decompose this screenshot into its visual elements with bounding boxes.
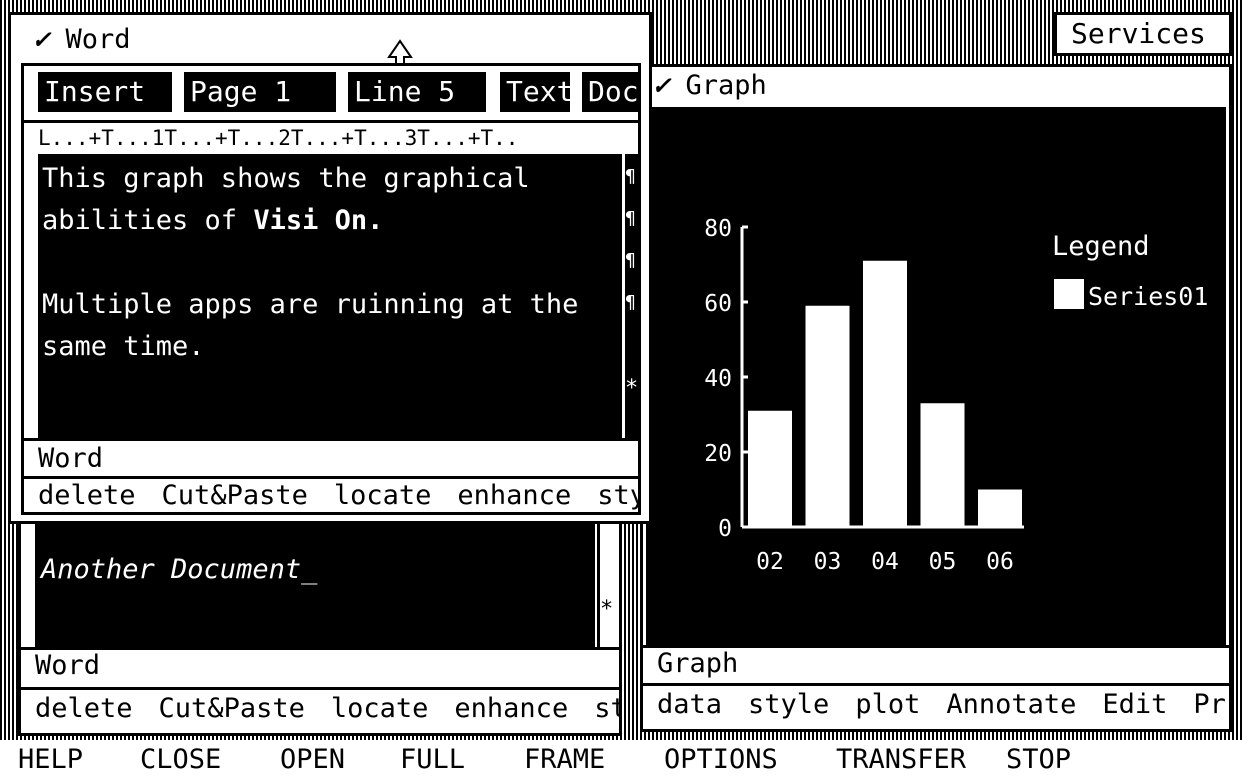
legend-series-name: Series01: [1088, 282, 1208, 311]
status-insert[interactable]: Insert: [38, 72, 172, 112]
cmd-help[interactable]: HELP: [18, 740, 83, 780]
back-word-text-area[interactable]: background Another Document_: [35, 492, 595, 647]
menu-delete[interactable]: delete: [38, 478, 136, 514]
cmd-full[interactable]: FULL: [400, 740, 465, 780]
text-cursor: _: [301, 554, 318, 585]
services-button[interactable]: Services: [1054, 12, 1232, 56]
back-menu-style[interactable]: st: [594, 691, 619, 727]
back-menu-cutpaste[interactable]: Cut&Paste: [159, 691, 305, 727]
checkmark-icon: ✓: [33, 24, 50, 55]
word-window[interactable]: ✓ Word Insert Page 1 Line 5 Text Doc L..…: [8, 12, 652, 524]
graph-menu-plot[interactable]: plot: [855, 687, 920, 723]
word-menu: delete Cut&Paste locate enhance sty: [24, 478, 638, 514]
graph-menu-style[interactable]: style: [748, 687, 829, 723]
x-tick-label: 04: [871, 549, 899, 575]
y-tick-label: 20: [704, 441, 732, 467]
bar-chart: 0 20 40 60 80 02 03 04 05 06 Legend Series01: [704, 216, 1208, 575]
legend-swatch: [1054, 279, 1084, 309]
checkmark-icon: ✓: [653, 70, 670, 101]
graph-title-bar[interactable]: ✓ Graph: [653, 69, 767, 103]
menu-style[interactable]: sty: [597, 478, 638, 514]
cmd-close[interactable]: CLOSE: [140, 740, 221, 780]
y-tick-label: 0: [718, 516, 732, 542]
back-menu-enhance[interactable]: enhance: [454, 691, 568, 727]
graph-menu-data[interactable]: data: [657, 687, 722, 723]
paragraph-mark-icon: ¶: [625, 292, 636, 313]
back-word-line-text: Another Document: [41, 554, 302, 585]
text-line-2-prefix: abilities of: [42, 205, 254, 236]
back-word-window[interactable]: background Another Document_ * Word dele…: [18, 492, 622, 736]
cmd-open[interactable]: OPEN: [280, 740, 345, 780]
status-line[interactable]: Line 5: [348, 72, 486, 112]
paragraph-mark-icon: ¶: [625, 250, 636, 271]
word-title-bar[interactable]: ✓ Word: [33, 23, 131, 57]
bar-05: [920, 403, 965, 527]
back-menu-locate[interactable]: locate: [331, 691, 429, 727]
graph-menu-edit[interactable]: Edit: [1102, 687, 1167, 723]
status-page[interactable]: Page 1: [184, 72, 336, 112]
bar-06: [978, 489, 1022, 527]
text-line-3: [42, 242, 618, 284]
graph-window[interactable]: ✓ Graph 0 20 40 60 80 02 03 04 05 06 Legend Series0…: [640, 64, 1232, 732]
status-doc[interactable]: Doc: [582, 72, 638, 112]
bar-02: [748, 410, 792, 527]
graph-menu: data style plot Annotate Edit Pr: [643, 687, 1229, 723]
word-footer-title: Word: [38, 443, 104, 474]
bar-03: [805, 305, 850, 527]
text-line-1: This graph shows the graphical: [42, 163, 530, 194]
y-tick-label: 60: [704, 291, 732, 317]
graph-menu-annotate[interactable]: Annotate: [946, 687, 1076, 723]
y-tick-label: 40: [704, 366, 732, 392]
word-scrollbar[interactable]: ¶ ¶ ¶ ¶ *: [622, 154, 638, 438]
menu-enhance[interactable]: enhance: [457, 478, 571, 514]
text-line-5: same time.: [42, 331, 205, 362]
word-text-area[interactable]: This graph shows the graphical abilities…: [38, 154, 622, 438]
x-tick-label: 06: [986, 549, 1014, 575]
ruler: L...+T...1T...+T...2T...+T...3T...+T..: [38, 126, 519, 150]
graph-menu-print[interactable]: Pr: [1193, 687, 1226, 723]
cmd-options[interactable]: OPTIONS: [664, 740, 778, 780]
text-line-4: Multiple apps are ruinning at the: [42, 289, 579, 320]
x-tick-label: 05: [929, 549, 957, 575]
text-line-2: abilities of Visi On.: [42, 200, 618, 242]
status-text[interactable]: Text: [500, 72, 570, 112]
x-tick-label: 03: [814, 549, 842, 575]
graph-title: Graph: [685, 70, 767, 101]
graph-footer-title: Graph: [657, 648, 739, 679]
legend-title: Legend: [1052, 231, 1150, 262]
back-word-line: Another Document_: [41, 553, 317, 587]
menu-cutpaste[interactable]: Cut&Paste: [162, 478, 308, 514]
chart-area[interactable]: 0 20 40 60 80 02 03 04 05 06 Legend Series01: [646, 107, 1226, 645]
back-word-menu: delete Cut&Paste locate enhance st: [21, 691, 619, 727]
x-tick-label: 02: [756, 549, 784, 575]
word-inner-frame: Insert Page 1 Line 5 Text Doc L...+T...1…: [21, 63, 641, 515]
back-menu-delete[interactable]: delete: [35, 691, 133, 727]
scroll-marker-icon: *: [625, 376, 639, 401]
services-label: Services: [1071, 17, 1206, 50]
y-tick-label: 80: [704, 216, 732, 242]
command-bar: HELP CLOSE OPEN FULL FRAME OPTIONS TRANS…: [0, 740, 1242, 780]
scroll-marker-icon: *: [600, 597, 614, 622]
bar-04: [863, 260, 907, 527]
text-line-2-bold: Visi On.: [253, 205, 384, 236]
back-word-scrollbar[interactable]: *: [597, 509, 613, 647]
menu-locate[interactable]: locate: [334, 478, 432, 514]
cmd-transfer[interactable]: TRANSFER: [836, 740, 966, 780]
cmd-stop[interactable]: STOP: [1006, 740, 1071, 780]
cmd-frame[interactable]: FRAME: [524, 740, 605, 780]
paragraph-mark-icon: ¶: [625, 208, 636, 229]
word-title: Word: [65, 24, 131, 55]
back-word-footer-title: Word: [35, 650, 101, 681]
paragraph-mark-icon: ¶: [625, 166, 636, 187]
